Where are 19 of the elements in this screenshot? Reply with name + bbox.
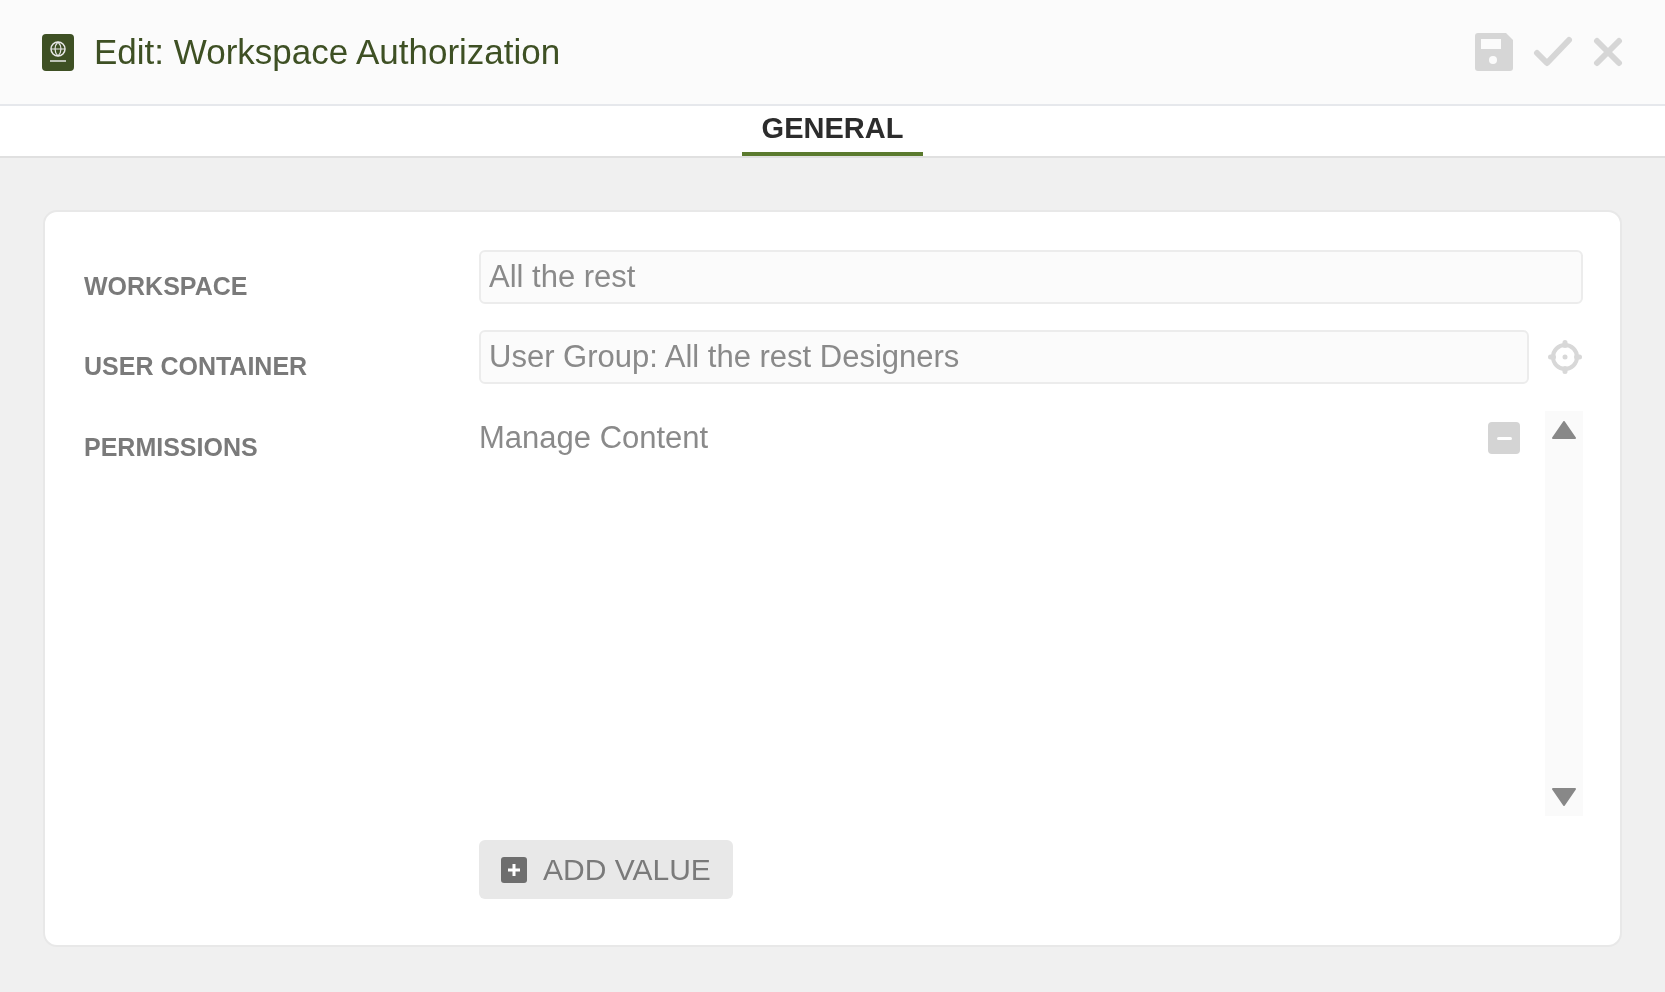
globe-book-icon [42,33,74,71]
save-icon[interactable] [1475,33,1513,71]
text-field[interactable]: User Group: All the rest Designers [479,330,1529,385]
text-field[interactable]: All the rest [479,250,1583,304]
scroll-up-icon[interactable] [1552,421,1576,439]
list-value: Manage Content [479,418,710,457]
window-title: Edit: Workspace Authorization [94,30,561,73]
target-icon[interactable] [1547,339,1583,376]
scrollbar[interactable] [1545,411,1583,816]
field-label: USER CONTAINER [84,351,308,380]
scroll-down-icon[interactable] [1552,788,1576,806]
field-label: WORKSPACE [84,272,248,300]
close-icon[interactable] [1593,37,1623,67]
add-value-button[interactable]: ADD VALUE [479,840,733,899]
field-label: PERMISSIONS [84,433,258,461]
remove-button[interactable] [1488,422,1520,454]
tab[interactable]: GENERAL [741,106,924,156]
plus-icon [501,856,527,883]
check-icon[interactable] [1533,36,1573,68]
